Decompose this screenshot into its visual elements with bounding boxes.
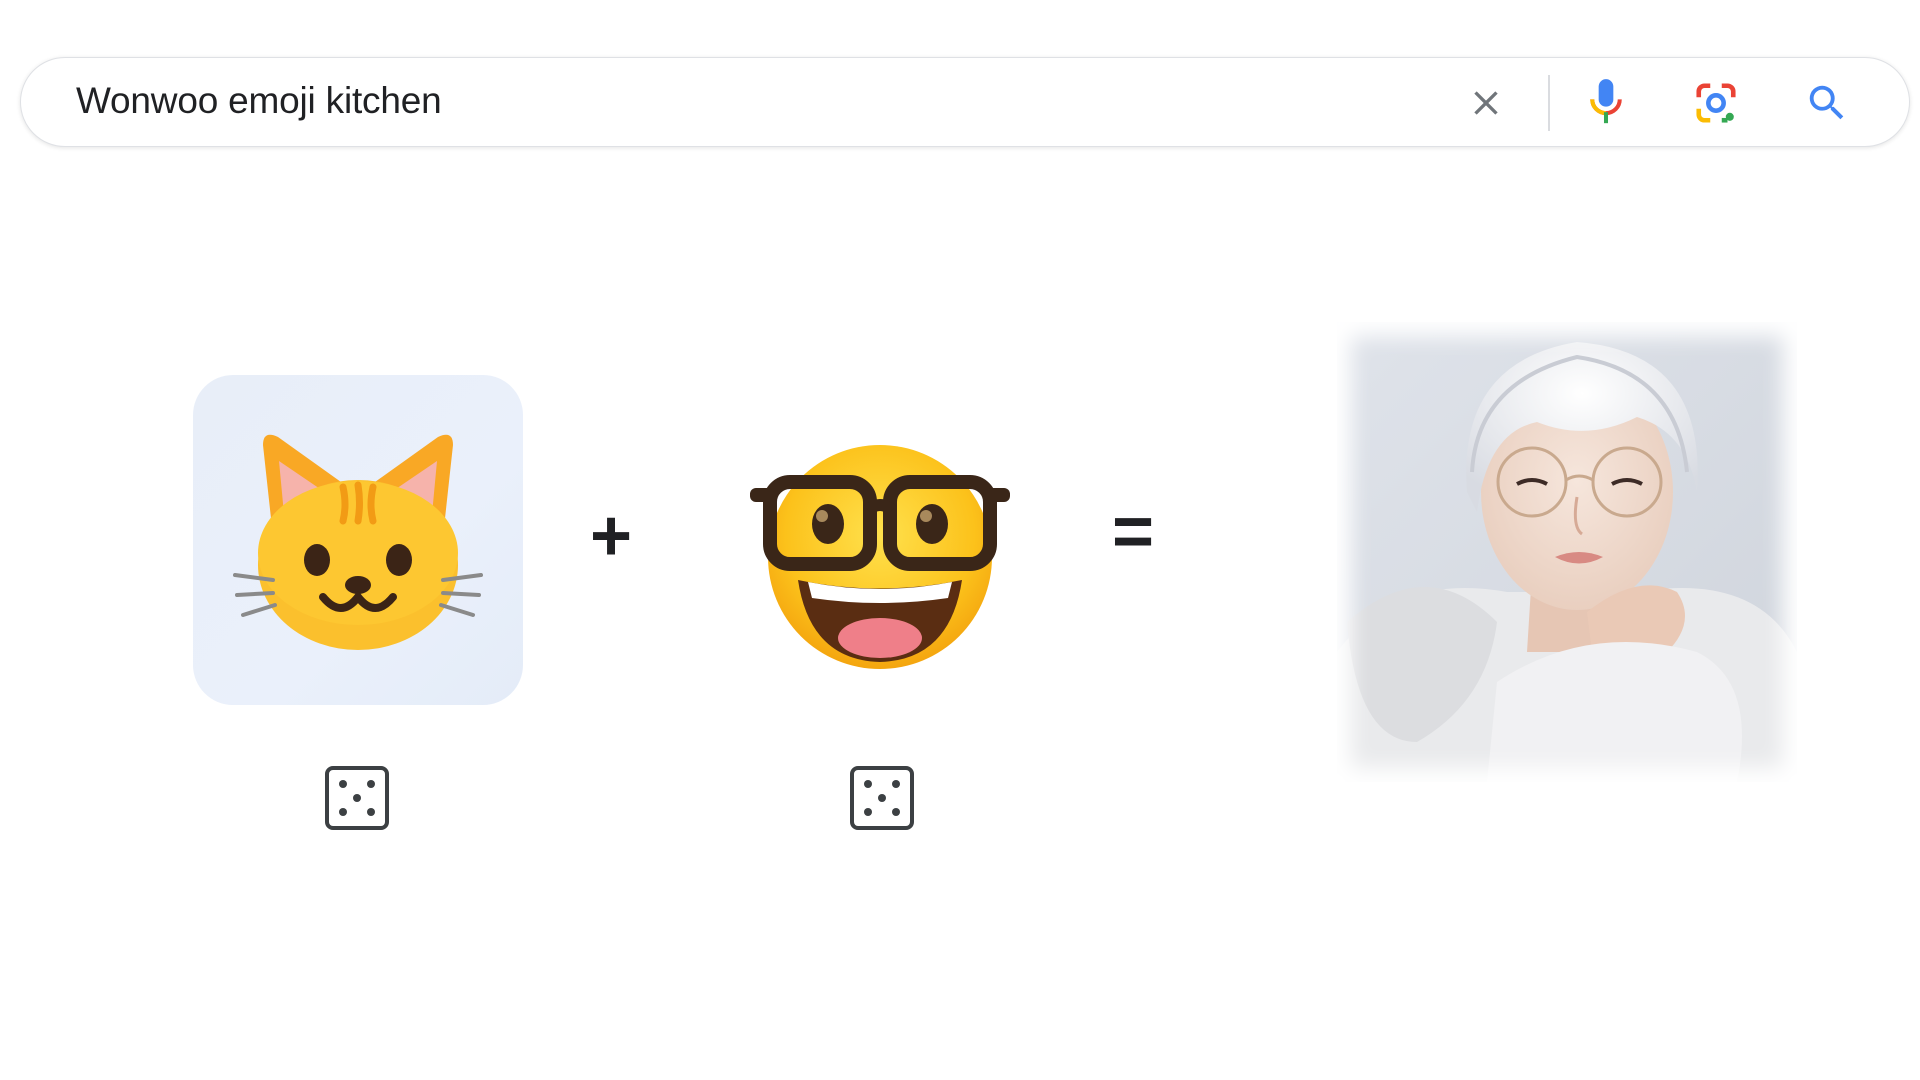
cat-face-emoji[interactable] (233, 425, 483, 655)
voice-search-button[interactable] (1578, 75, 1634, 131)
nerd-face-emoji[interactable] (750, 432, 1010, 672)
photo-edge-fade (1337, 322, 1797, 782)
search-icon (1809, 85, 1844, 120)
randomize-right-dice-icon[interactable] (848, 764, 916, 832)
search-query-text[interactable]: Wonwoo emoji kitchen (76, 58, 442, 148)
plus-sign: + (590, 496, 633, 576)
microphone-icon (1590, 79, 1622, 124)
equals-sign: = (1112, 492, 1155, 572)
google-lens-icon (1696, 83, 1736, 123)
emoji-kitchen-page: Wonwoo emoji kitchen + = (0, 0, 1920, 1080)
search-button[interactable] (1799, 75, 1855, 131)
clear-search-button[interactable] (1458, 75, 1514, 131)
google-lens-button[interactable] (1688, 75, 1744, 131)
search-bar-divider (1548, 75, 1550, 131)
randomize-left-dice-icon[interactable] (323, 764, 391, 832)
search-bar: Wonwoo emoji kitchen (20, 57, 1910, 147)
close-icon (1474, 91, 1498, 115)
result-photo (1337, 322, 1797, 782)
